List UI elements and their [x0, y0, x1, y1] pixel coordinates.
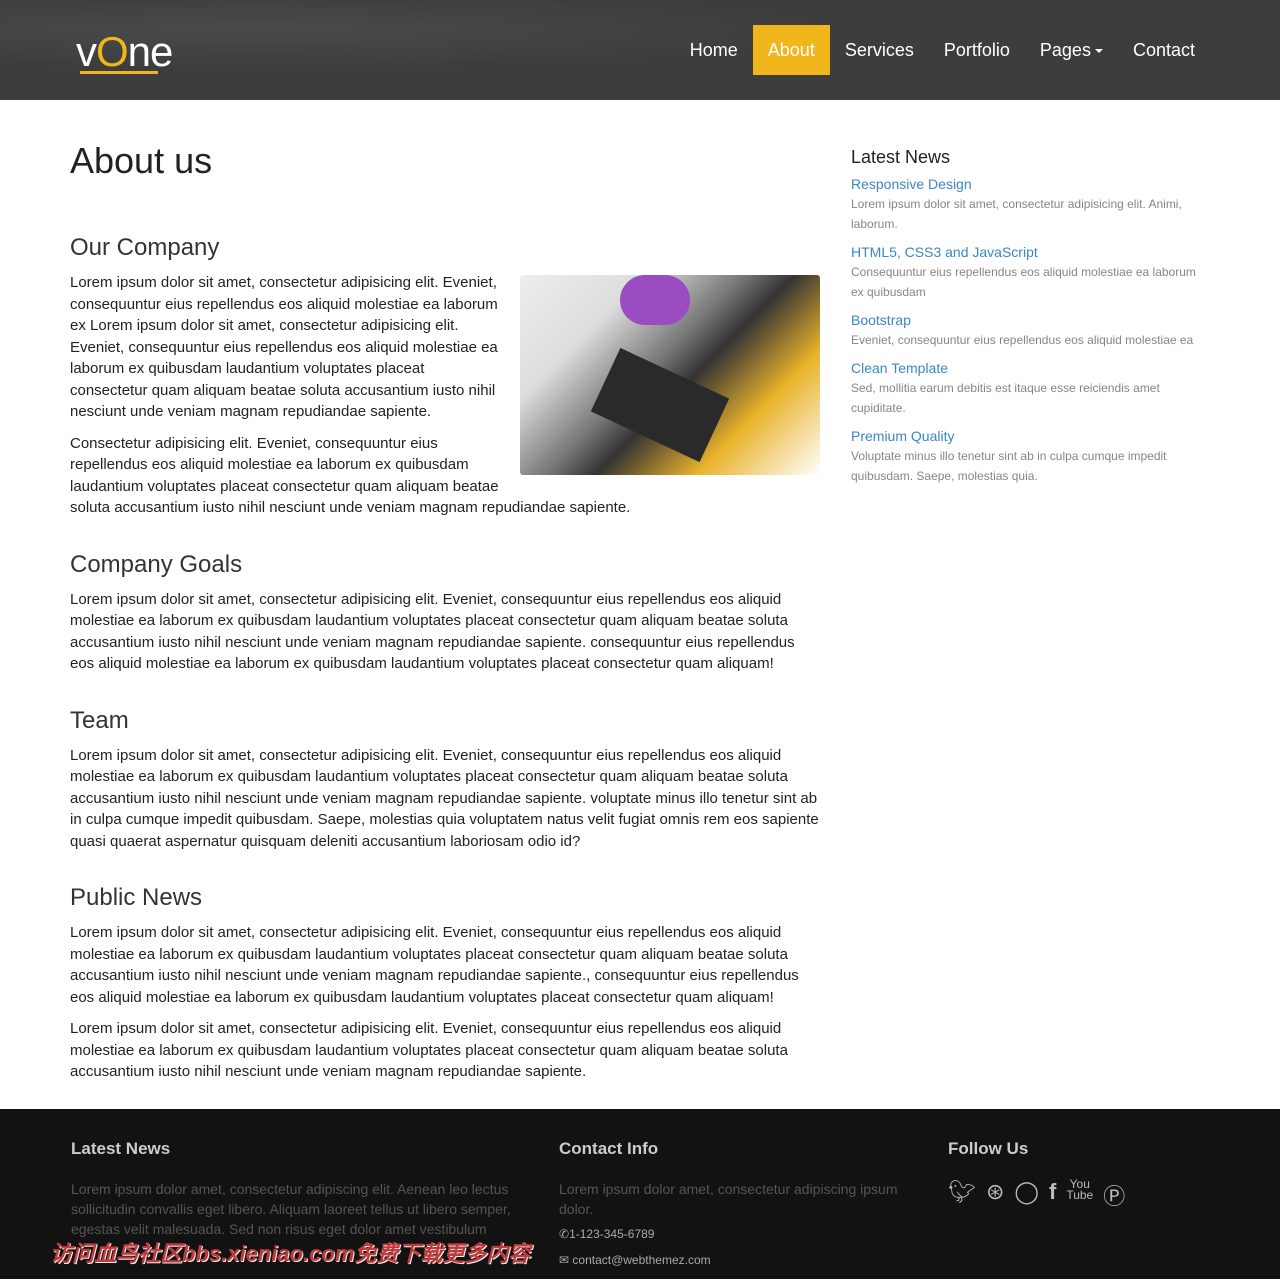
news-text: Consequuntur eius repellendus eos aliqui…: [851, 265, 1196, 299]
news-text: Lorem ipsum dolor sit amet, consectetur …: [851, 197, 1182, 231]
news-text: Sed, mollitia earum debitis est itaque e…: [851, 381, 1160, 415]
company-photo: [520, 275, 820, 475]
email: ✉ contact@webthemez.com: [559, 1253, 909, 1267]
section-public-news: Public News Lorem ipsum dolor sit amet, …: [70, 884, 820, 1083]
paragraph: Lorem ipsum dolor sit amet, consectetur …: [70, 746, 819, 850]
page-title: About us: [70, 140, 213, 181]
nav-pages[interactable]: Pages: [1025, 25, 1118, 75]
logo-text: v: [76, 28, 97, 75]
logo-text: O: [96, 28, 129, 75]
section-heading: Team: [70, 706, 129, 734]
footer-text: Lorem ipsum dolor amet, consectetur adip…: [559, 1181, 898, 1217]
facebook-icon[interactable]: f: [1049, 1179, 1056, 1211]
news-link[interactable]: Premium Quality: [851, 428, 1201, 444]
dribbble-icon[interactable]: ⊛: [986, 1179, 1004, 1211]
sidebar-title: Latest News: [851, 147, 951, 167]
logo-underline: [80, 71, 158, 74]
footer-news: Latest News Lorem ipsum dolor amet, cons…: [71, 1139, 521, 1247]
caret-down-icon: [1094, 49, 1103, 54]
logo[interactable]: vOne: [76, 28, 174, 76]
footer-contact: Contact Info Lorem ipsum dolor amet, con…: [559, 1139, 909, 1279]
section-our-company: Our Company Lorem ipsum dolor sit amet, …: [70, 234, 820, 519]
envelope-icon: ✉: [559, 1253, 573, 1267]
logo-text: ne: [127, 28, 174, 75]
phone-number: 1-123-345-6789: [569, 1227, 655, 1241]
paragraph: Lorem ipsum dolor sit amet, consectetur …: [70, 590, 795, 673]
section-heading: Our Company: [70, 234, 220, 261]
main-content: About us Our Company Lorem ipsum dolor s…: [70, 140, 820, 1115]
news-link[interactable]: Bootstrap: [851, 312, 1201, 328]
nav-home[interactable]: Home: [675, 25, 753, 75]
footer-heading: Contact Info: [559, 1139, 659, 1158]
paragraph: Lorem ipsum dolor sit amet, consectetur …: [70, 924, 799, 1006]
news-text: Eveniet, consequuntur eius repellendus e…: [851, 333, 1194, 347]
section-heading: Company Goals: [70, 550, 243, 578]
nav-pages-label: Pages: [1039, 40, 1091, 60]
section-team: Team Lorem ipsum dolor sit amet, consect…: [70, 707, 820, 853]
news-link[interactable]: Responsive Design: [851, 176, 1201, 192]
nav-about[interactable]: About: [752, 25, 830, 75]
paragraph: Lorem ipsum dolor sit amet, consectetur …: [70, 1020, 788, 1080]
site-header: vOne Home About Services Portfolio Pages…: [0, 0, 1280, 100]
nav-services[interactable]: Services: [830, 25, 929, 75]
main-nav: Home About Services Portfolio Pages Cont…: [675, 25, 1210, 75]
footer-heading: Latest News: [71, 1139, 171, 1158]
footer-heading: Follow Us: [948, 1139, 1029, 1158]
news-text: Voluptate minus illo tenetur sint ab in …: [851, 449, 1167, 483]
youtube-icon[interactable]: You Tube: [1066, 1178, 1093, 1211]
news-link[interactable]: Clean Template: [851, 360, 1201, 376]
section-heading: Public News: [70, 884, 203, 911]
nav-contact[interactable]: Contact: [1118, 25, 1210, 75]
phone: ✆1-123-345-6789: [559, 1227, 909, 1241]
section-company-goals: Company Goals Lorem ipsum dolor sit amet…: [70, 551, 820, 675]
news-link[interactable]: HTML5, CSS3 and JavaScript: [851, 244, 1201, 260]
sidebar-latest-news: Latest News Responsive Design Lorem ipsum…: [851, 147, 1201, 496]
pinterest-icon[interactable]: Ⓟ: [1103, 1179, 1125, 1211]
watermark: 访问血鸟社区bbs.xieniao.com免费下载更多内容: [50, 1241, 531, 1266]
footer-text: Lorem ipsum dolor amet, consectetur adip…: [71, 1181, 511, 1237]
twitter-icon[interactable]: 🐦︎: [948, 1179, 976, 1211]
footer-follow: Follow Us 🐦︎ ⊛ ◯ f You Tube Ⓟ: [948, 1139, 1125, 1211]
phone-icon: ✆: [559, 1227, 570, 1241]
github-icon[interactable]: ◯: [1014, 1179, 1039, 1211]
email-link[interactable]: contact@webthemez.com: [572, 1253, 710, 1267]
nav-portfolio[interactable]: Portfolio: [929, 25, 1025, 75]
